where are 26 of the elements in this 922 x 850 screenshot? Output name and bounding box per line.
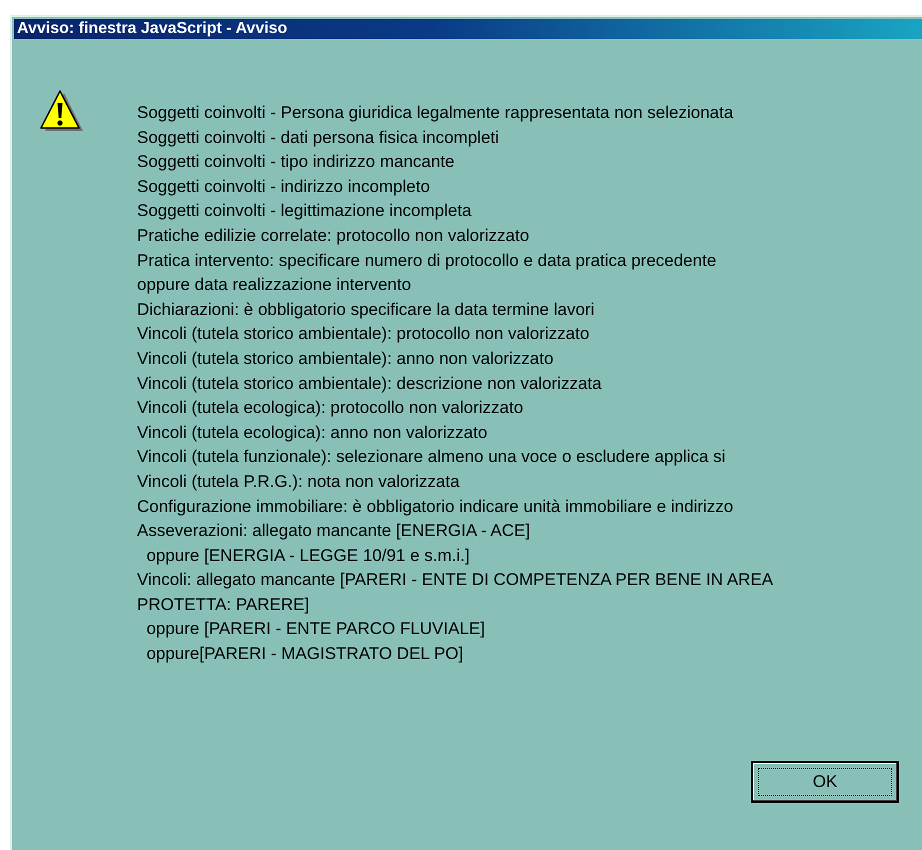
- message-line: Vincoli (tutela funzionale): selezionare almeno una voce o escludere applica si: [137, 446, 726, 468]
- message-line: oppure data realizzazione intervento: [137, 274, 412, 296]
- warning-icon: [39, 89, 85, 133]
- message-line: oppure [ENERGIA - LEGGE 10/91 e s.m.i.]: [145, 544, 471, 567]
- message-line: Vincoli (tutela storico ambientale): protocollo non valorizzato: [137, 323, 590, 346]
- message-line: Soggetti coinvolti - indirizzo incompleto: [137, 176, 431, 198]
- message-line: Vincoli (tutela ecologica): anno non valorizzato: [137, 422, 488, 444]
- message-line: Soggetti coinvolti - Persona giuridica legalmente rappresentata non selezionata: [137, 102, 734, 124]
- message-line: Soggetti coinvolti - dati persona fisica incompleti: [137, 126, 500, 149]
- window-title: Avviso: finestra JavaScript - Avviso: [17, 20, 288, 38]
- message-line: Soggetti coinvolti - legittimazione incompleta: [137, 200, 473, 222]
- message-line: Pratica intervento: specificare numero di protocollo e data pratica precedente: [137, 250, 718, 272]
- message-line: oppure [PARERI - ENTE PARCO FLUVIALE]: [145, 618, 486, 640]
- message-line: Vincoli (tutela ecologica): protocollo non valorizzato: [137, 397, 524, 420]
- message-line: Vincoli (tutela storico ambientale): descrizione non valorizzata: [137, 372, 603, 395]
- message-line: Vincoli (tutela storico ambientale): anno non valorizzato: [137, 348, 554, 370]
- message-line: oppure[PARERI - MAGISTRATO DEL PO]: [145, 643, 464, 666]
- message-line: Asseverazioni: allegato mancante [ENERGIA - ACE]: [137, 520, 532, 542]
- message-line: Vincoli (tutela P.R.G.): nota non valorizzata: [137, 470, 461, 493]
- message-line: Dichiarazioni: è obbligatorio specificare la data termine lavori: [137, 298, 596, 321]
- message-line: Configurazione immobiliare: è obbligatorio indicare unità immobiliare e indirizzo: [137, 496, 734, 518]
- message-line: Pratiche edilizie correlate: protocollo non valorizzato: [137, 224, 530, 247]
- message-line: Vincoli: allegato mancante [PARERI - ENTE DI COMPETENZA PER BENE IN AREA: [137, 569, 774, 592]
- message-line: Soggetti coinvolti - tipo indirizzo mancante: [137, 151, 456, 174]
- ok-button[interactable]: OK: [751, 761, 899, 803]
- message-line: PROTETTA: PARERE]: [137, 594, 310, 616]
